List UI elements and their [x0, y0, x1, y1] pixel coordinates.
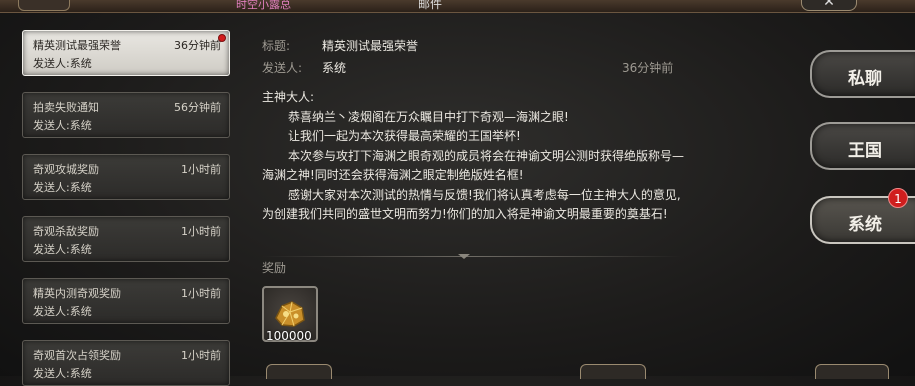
mail-subject: 拍卖失败通知 [33, 101, 99, 114]
reward-quantity: 100000 [266, 329, 312, 343]
unread-dot [218, 34, 226, 42]
mail-subject: 精英内测奇观奖励 [33, 287, 121, 300]
mail-paragraph: 让我们一起为本次获得最高荣耀的王国举杯! [288, 129, 521, 143]
mail-time: 36分钟前 [174, 39, 221, 52]
page-title: 邮件 [418, 0, 443, 11]
mail-time: 1小时前 [181, 225, 221, 238]
mail-time: 36分钟前 [622, 61, 674, 75]
mail-sender: 发送人:系统 [33, 305, 92, 318]
mail-sender: 发送人:系统 [33, 367, 92, 380]
sender-label: 发送人: [262, 61, 303, 75]
tab-private-chat[interactable]: 私聊 [810, 50, 915, 98]
mail-item-0[interactable]: 精英测试最强荣誉 36分钟前 发送人:系统 [22, 30, 230, 76]
mail-sender: 发送人:系统 [33, 243, 92, 256]
tab-label: 系统 [848, 215, 882, 235]
mail-subject: 奇观攻城奖励 [33, 163, 99, 176]
reward-divider [262, 256, 682, 257]
mail-subject: 奇观杀敌奖励 [33, 225, 99, 238]
close-icon: ✕ [823, 0, 835, 10]
mail-sender: 发送人:系统 [33, 119, 92, 132]
claim-button[interactable] [266, 364, 332, 379]
mail-sender: 发送人:系统 [33, 181, 92, 194]
mail-paragraph: 感谢大家对本次测试的热情与反馈!我们将认真考虑每一位主神大人的意见,为创建我们共… [262, 187, 681, 222]
mail-body: 主神大人: 恭喜纳兰丶凌烟阁在万众瞩目中打下奇观—海渊之眼! 让我们一起为本次获… [262, 88, 690, 225]
mail-item-5[interactable]: 奇观首次占领奖励 1小时前 发送人:系统 [22, 340, 230, 386]
delete-button[interactable] [580, 364, 646, 379]
mail-time: 1小时前 [181, 287, 221, 300]
tab-kingdom[interactable]: 王国 [810, 122, 915, 170]
tab-label: 私聊 [848, 69, 882, 89]
header-subtitle: 时空小露总 [236, 0, 291, 11]
mail-item-4[interactable]: 精英内测奇观奖励 1小时前 发送人:系统 [22, 278, 230, 324]
mail-item-2[interactable]: 奇观攻城奖励 1小时前 发送人:系统 [22, 154, 230, 200]
title-label: 标题: [262, 39, 291, 53]
mail-time: 1小时前 [181, 349, 221, 362]
mail-time: 1小时前 [181, 163, 221, 176]
mail-list: 精英测试最强荣誉 36分钟前 发送人:系统 拍卖失败通知 56分钟前 发送人:系… [0, 0, 240, 386]
notification-badge: 1 [888, 188, 908, 208]
mail-paragraph: 本次参与攻打下海渊之眼奇观的成员将会在神谕文明公测时获得绝版称号—海渊之神!同时… [262, 148, 685, 183]
reward-label: 奖励 [262, 261, 287, 275]
tab-label: 王国 [848, 141, 882, 161]
mail-sender-value: 系统 [322, 61, 347, 75]
mail-greeting: 主神大人: [262, 90, 315, 104]
claim-all-button[interactable] [815, 364, 889, 379]
mail-subject: 奇观首次占领奖励 [33, 349, 121, 362]
divider-notch [458, 254, 470, 259]
mail-item-3[interactable]: 奇观杀敌奖励 1小时前 发送人:系统 [22, 216, 230, 262]
mail-subject: 精英测试最强荣誉 [33, 39, 121, 52]
mail-item-1[interactable]: 拍卖失败通知 56分钟前 发送人:系统 [22, 92, 230, 138]
close-button[interactable]: ✕ [801, 0, 857, 11]
mail-title: 精英测试最强荣誉 [322, 39, 419, 53]
mail-sender: 发送人:系统 [33, 57, 92, 70]
mail-time: 56分钟前 [174, 101, 221, 114]
mail-paragraph: 恭喜纳兰丶凌烟阁在万众瞩目中打下奇观—海渊之眼! [288, 109, 569, 124]
